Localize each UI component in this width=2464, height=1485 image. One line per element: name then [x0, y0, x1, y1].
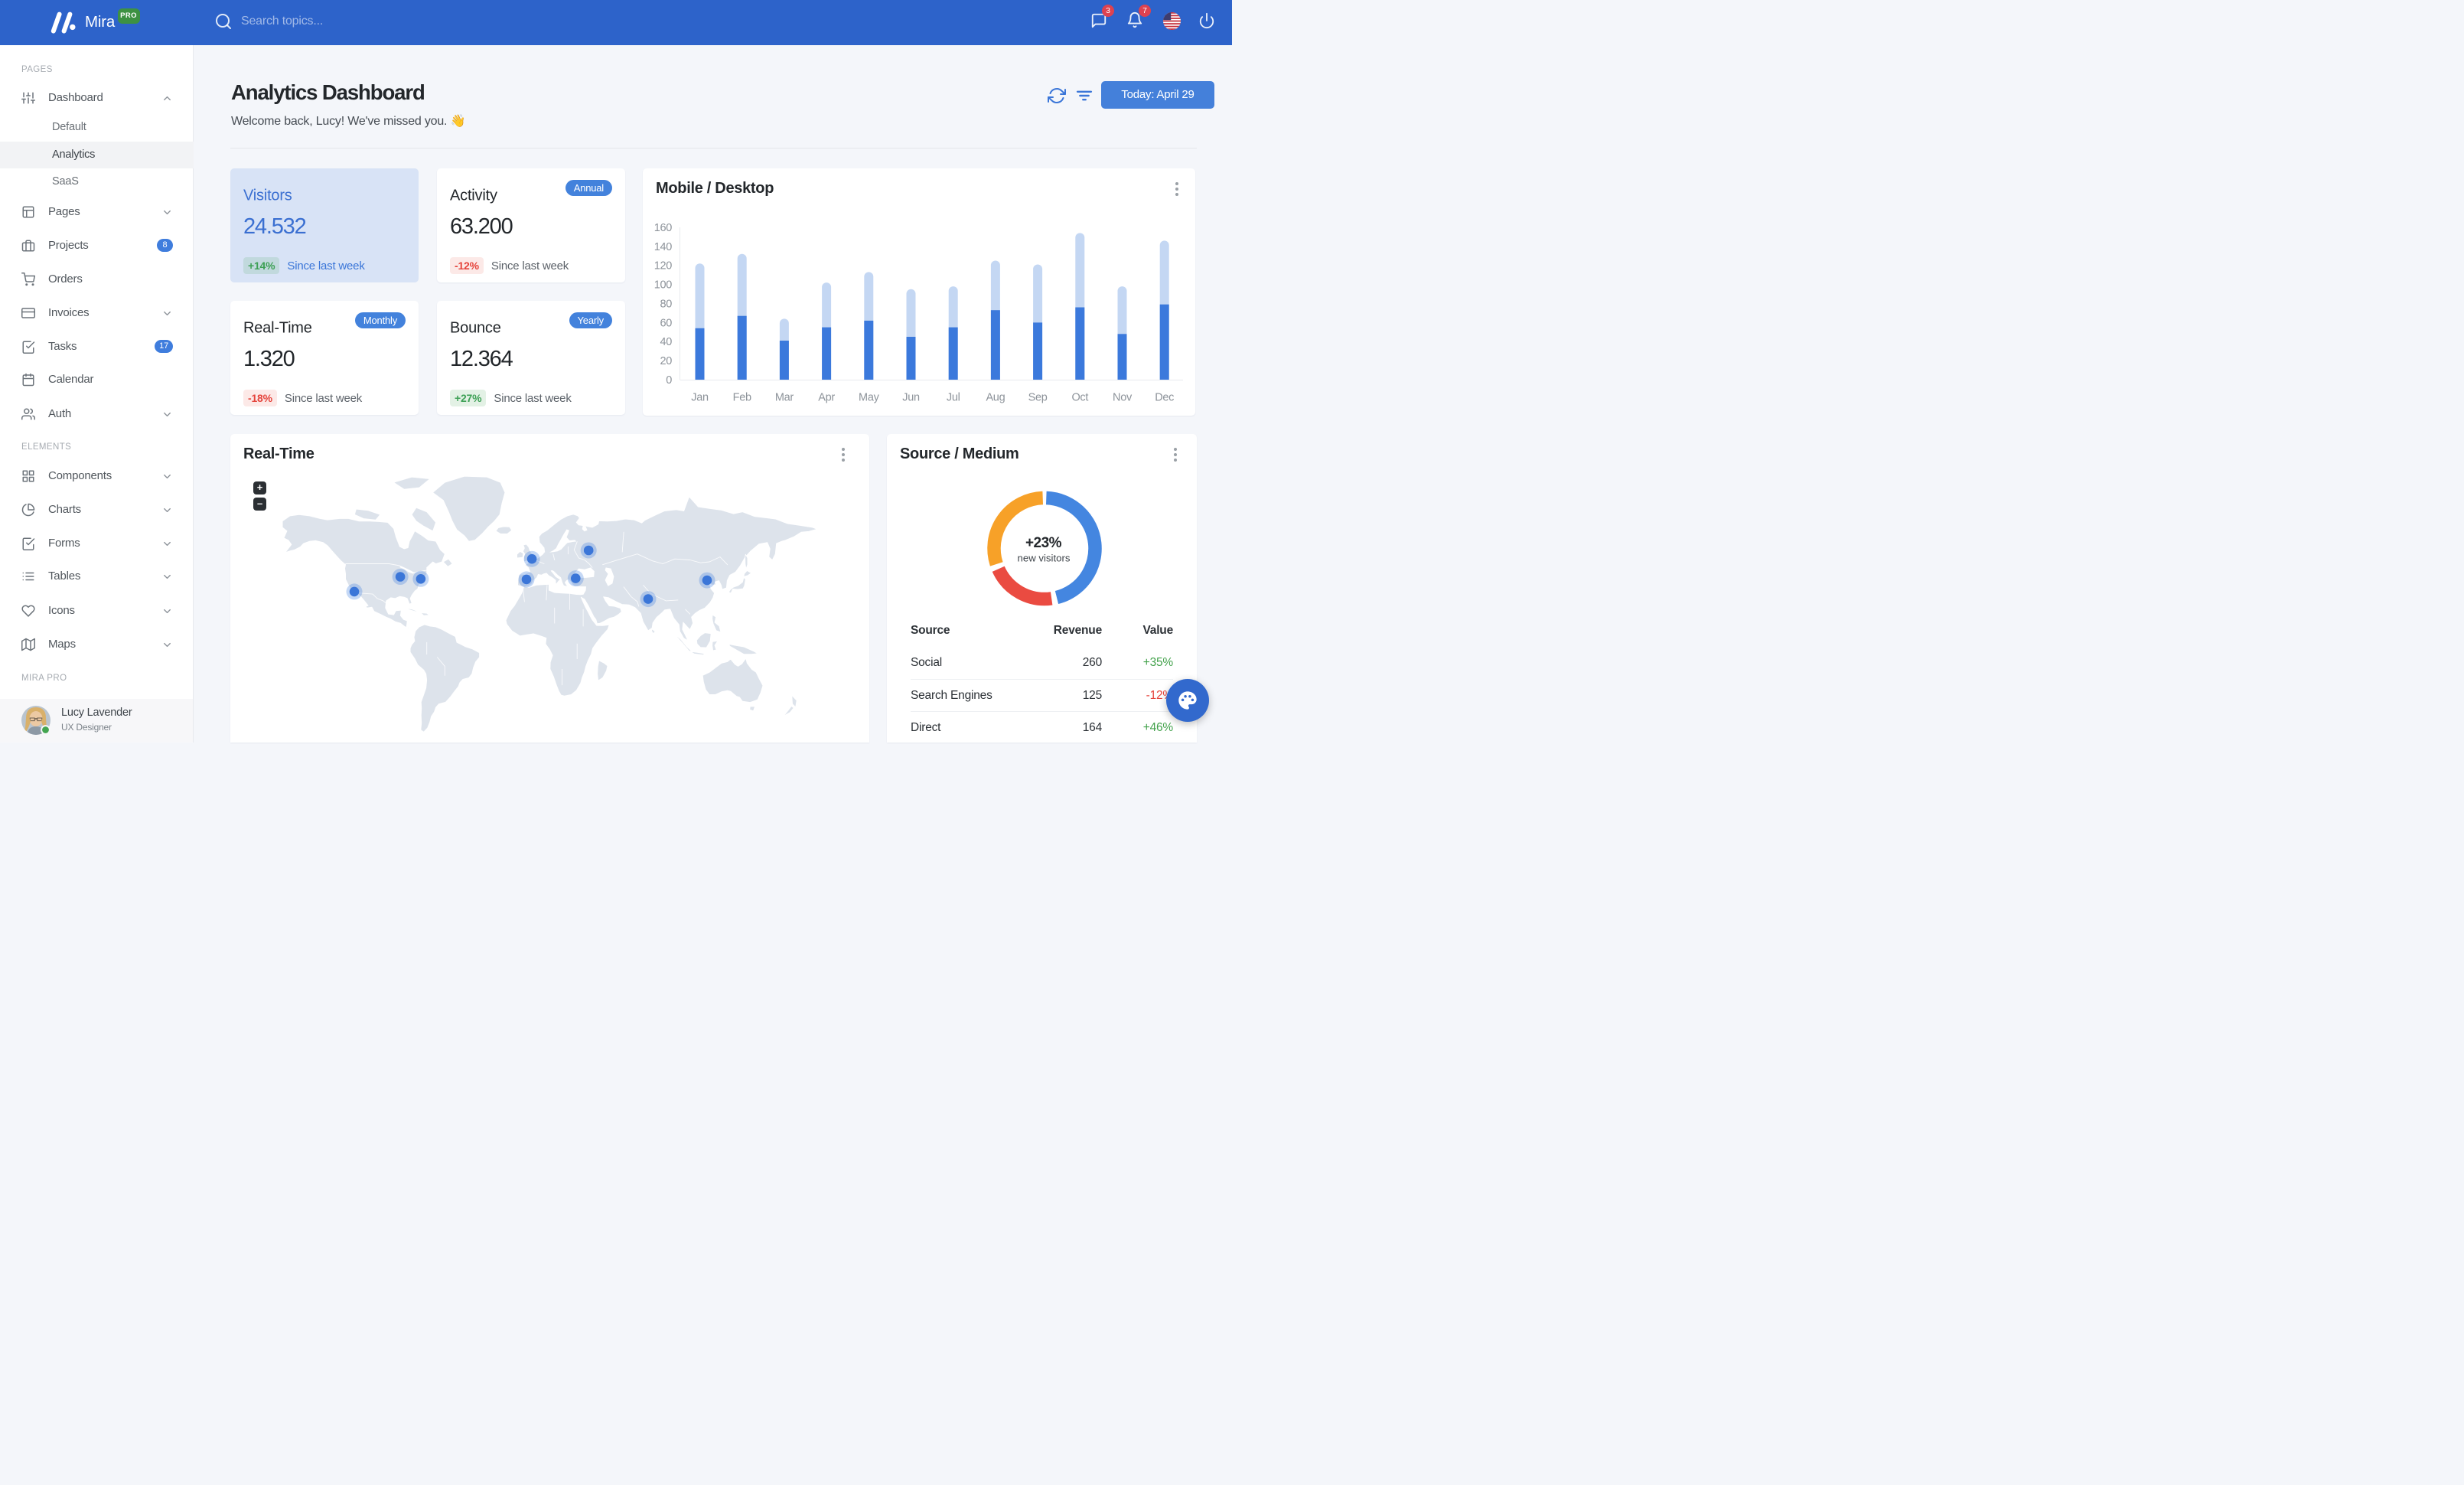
svg-text:Jun: Jun — [902, 392, 920, 404]
svg-text:120: 120 — [654, 260, 673, 273]
svg-text:Nov: Nov — [1113, 392, 1133, 404]
svg-text:20: 20 — [660, 355, 672, 367]
svg-text:May: May — [859, 392, 880, 404]
svg-text:140: 140 — [654, 241, 673, 253]
svg-text:Jan: Jan — [691, 392, 709, 404]
svg-text:0: 0 — [666, 374, 672, 387]
svg-text:new visitors: new visitors — [1018, 553, 1071, 564]
svg-text:Jul: Jul — [947, 392, 960, 404]
svg-text:80: 80 — [660, 299, 672, 311]
svg-text:100: 100 — [654, 279, 673, 292]
svg-text:60: 60 — [660, 317, 672, 329]
svg-text:Oct: Oct — [1071, 392, 1088, 404]
svg-text:Mar: Mar — [775, 392, 794, 404]
svg-text:Sep: Sep — [1028, 392, 1048, 404]
svg-text:40: 40 — [660, 336, 672, 348]
svg-text:Apr: Apr — [818, 392, 835, 404]
svg-text:Feb: Feb — [733, 392, 751, 404]
svg-text:Dec: Dec — [1155, 392, 1174, 404]
svg-text:Aug: Aug — [986, 392, 1005, 404]
svg-text:+23%: +23% — [1025, 535, 1062, 551]
svg-text:160: 160 — [654, 222, 673, 234]
